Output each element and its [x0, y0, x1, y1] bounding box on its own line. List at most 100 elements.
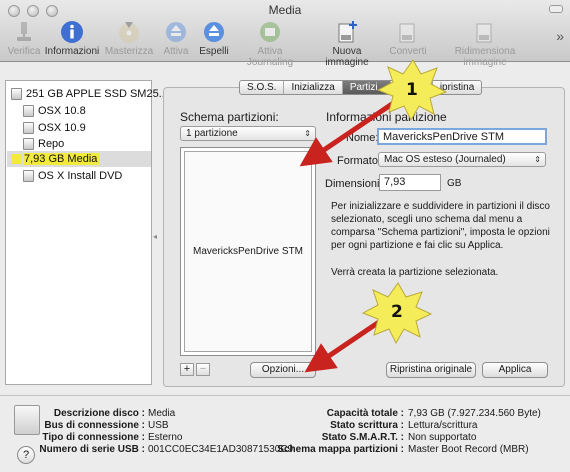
- tab-first-aid[interactable]: S.O.S.: [240, 81, 285, 94]
- toolbar-resize-image-button[interactable]: Ridimensiona immagine: [432, 20, 538, 68]
- format-popup[interactable]: Mac OS esteso (Journaled) ⇕: [378, 152, 546, 167]
- volume-icon: [23, 138, 34, 150]
- toolbar-toggle-button[interactable]: [549, 5, 563, 13]
- apply-button[interactable]: Applica: [482, 362, 548, 378]
- convert-icon: [399, 23, 415, 43]
- burn-disc-icon: [119, 22, 139, 43]
- partition-info-label: Informazioni partizione: [326, 110, 447, 124]
- sidebar-item-repo[interactable]: Repo: [23, 136, 64, 152]
- scheme-label: Schema partizioni:: [180, 110, 279, 124]
- size-unit: GB: [447, 178, 462, 189]
- sidebar-item-label: 7,93 GB Media: [24, 153, 100, 165]
- tab-erase[interactable]: Inizializza: [284, 81, 343, 94]
- toolbar-new-image-label: Nuova immagine: [325, 46, 369, 68]
- name-label: Nome:: [346, 132, 379, 144]
- format-value: Mac OS esteso (Journaled): [384, 154, 506, 165]
- toolbar-burn-button[interactable]: Masterizza: [104, 20, 154, 60]
- toolbar-eject-label: Espelli: [199, 46, 229, 57]
- info-key: Capacità totale :: [326, 408, 404, 419]
- sidebar-item-osx109[interactable]: OSX 10.9: [23, 120, 86, 136]
- volume-icon: [23, 122, 34, 134]
- toolbar-verify-button[interactable]: Verifica: [5, 20, 43, 60]
- new-image-icon: [338, 21, 357, 43]
- name-field[interactable]: MavericksPenDrive STM: [377, 128, 547, 145]
- toolbar-mount-label: Attiva: [163, 46, 189, 57]
- help-button[interactable]: ?: [17, 446, 35, 464]
- popup-arrows-icon: ⇕: [304, 129, 311, 138]
- tab-restore[interactable]: ipristina: [433, 81, 481, 94]
- journaling-icon: [260, 22, 280, 42]
- sidebar-item-ssd[interactable]: 251 GB APPLE SSD SM25...: [11, 86, 168, 102]
- sidebar-item-label: 251 GB APPLE SSD SM25...: [26, 88, 168, 100]
- remove-partition-button[interactable]: −: [196, 363, 210, 376]
- toolbar-convert-button[interactable]: Converti: [388, 20, 428, 60]
- info-key: Schema mappa partizioni :: [277, 444, 404, 455]
- tab-bar: S.O.S. Inizializza Partizi ipristina: [239, 80, 483, 95]
- sidebar-item-label: Repo: [38, 138, 65, 150]
- toolbar-burn-label: Masterizza: [104, 46, 154, 57]
- disk-sidebar: 251 GB APPLE SSD SM25... OSX 10.8 OSX 10…: [5, 80, 168, 385]
- splitter-handle[interactable]: ◂: [153, 232, 158, 242]
- add-partition-button[interactable]: +: [180, 363, 194, 376]
- format-label: Formato:: [337, 155, 382, 167]
- info-key: Tipo di connessione :: [42, 432, 145, 443]
- sidebar-item-label: OSX 10.9: [38, 122, 86, 134]
- info-value: Esterno: [148, 432, 183, 443]
- partition-map[interactable]: MavericksPenDrive STM: [180, 147, 316, 356]
- microscope-icon: [17, 22, 31, 41]
- sidebar-item-label: OS X Install DVD: [38, 170, 123, 182]
- toolbar-journaling-button[interactable]: Attiva Journaling: [234, 20, 306, 68]
- toolbar-convert-label: Converti: [389, 46, 427, 57]
- info-value: 7,93 GB (7.927.234.560 Byte): [408, 408, 541, 419]
- annotation-number-2: 2: [391, 302, 403, 322]
- resize-image-icon: [476, 23, 492, 43]
- info-separator: [0, 395, 570, 396]
- sidebar-item-media[interactable]: 7,93 GB Media: [7, 151, 151, 167]
- toolbar-info-label: Informazioni: [44, 46, 100, 57]
- mount-icon: [166, 22, 186, 42]
- popup-arrows-icon: ⇕: [534, 155, 541, 164]
- info-key: Stato S.M.A.R.T. :: [321, 432, 404, 443]
- toolbar-resize-image-label: Ridimensiona immagine: [454, 46, 516, 68]
- info-key: Numero di serie USB :: [39, 444, 145, 455]
- info-value: USB: [148, 420, 169, 431]
- partition-block[interactable]: MavericksPenDrive STM: [184, 151, 312, 352]
- info-key: Bus di connessione :: [44, 420, 145, 431]
- info-value: 001CC0EC34E1AD30871530C9: [148, 444, 294, 455]
- size-label: Dimensioni:: [325, 178, 383, 190]
- usb-disk-icon: [14, 405, 40, 435]
- toolbar-new-image-button[interactable]: Nuova immagine: [310, 20, 384, 68]
- tab-partition[interactable]: Partizi: [342, 81, 391, 94]
- dvd-icon: [23, 170, 34, 182]
- toolbar-mount-button[interactable]: Attiva: [161, 20, 191, 60]
- toolbar-verify-label: Verifica: [7, 46, 41, 57]
- partition-block-label: MavericksPenDrive STM: [192, 246, 304, 257]
- toolbar-overflow-chevron-icon[interactable]: »: [556, 28, 564, 44]
- toolbar-journaling-label: Attiva Journaling: [246, 46, 294, 68]
- info-key: Descrizione disco :: [53, 408, 145, 419]
- info-key: Stato scrittura :: [330, 420, 404, 431]
- annotation-number-1: 1: [406, 80, 418, 100]
- revert-button[interactable]: Ripristina originale: [386, 362, 476, 378]
- info-value: Lettura/scrittura: [408, 420, 478, 431]
- sidebar-item-osx108[interactable]: OSX 10.8: [23, 103, 86, 119]
- partition-status: Verrà creata la partizione selezionata.: [331, 267, 499, 278]
- partition-description: Per inizializzare e suddividere in parti…: [331, 201, 550, 251]
- highlight-marker: [11, 154, 21, 164]
- sidebar-item-install-dvd[interactable]: OS X Install DVD: [23, 168, 122, 184]
- window-title: Media: [268, 3, 302, 17]
- toolbar-info-button[interactable]: Informazioni: [44, 20, 100, 60]
- info-value: Non supportato: [408, 432, 477, 443]
- eject-icon: [204, 22, 224, 42]
- sidebar-item-label: OSX 10.8: [38, 105, 86, 117]
- window-titlebar: Media Verifica Informazioni Masterizza A…: [0, 0, 570, 68]
- volume-icon: [23, 105, 34, 117]
- toolbar-eject-button[interactable]: Espelli: [198, 20, 230, 60]
- info-value: Media: [148, 408, 176, 419]
- info-value: Master Boot Record (MBR): [408, 444, 529, 455]
- info-icon: [61, 21, 83, 43]
- scheme-value: 1 partizione: [186, 128, 238, 139]
- size-field[interactable]: 7,93: [379, 174, 441, 191]
- options-button[interactable]: Opzioni...: [250, 362, 316, 378]
- scheme-popup[interactable]: 1 partizione ⇕: [180, 126, 316, 141]
